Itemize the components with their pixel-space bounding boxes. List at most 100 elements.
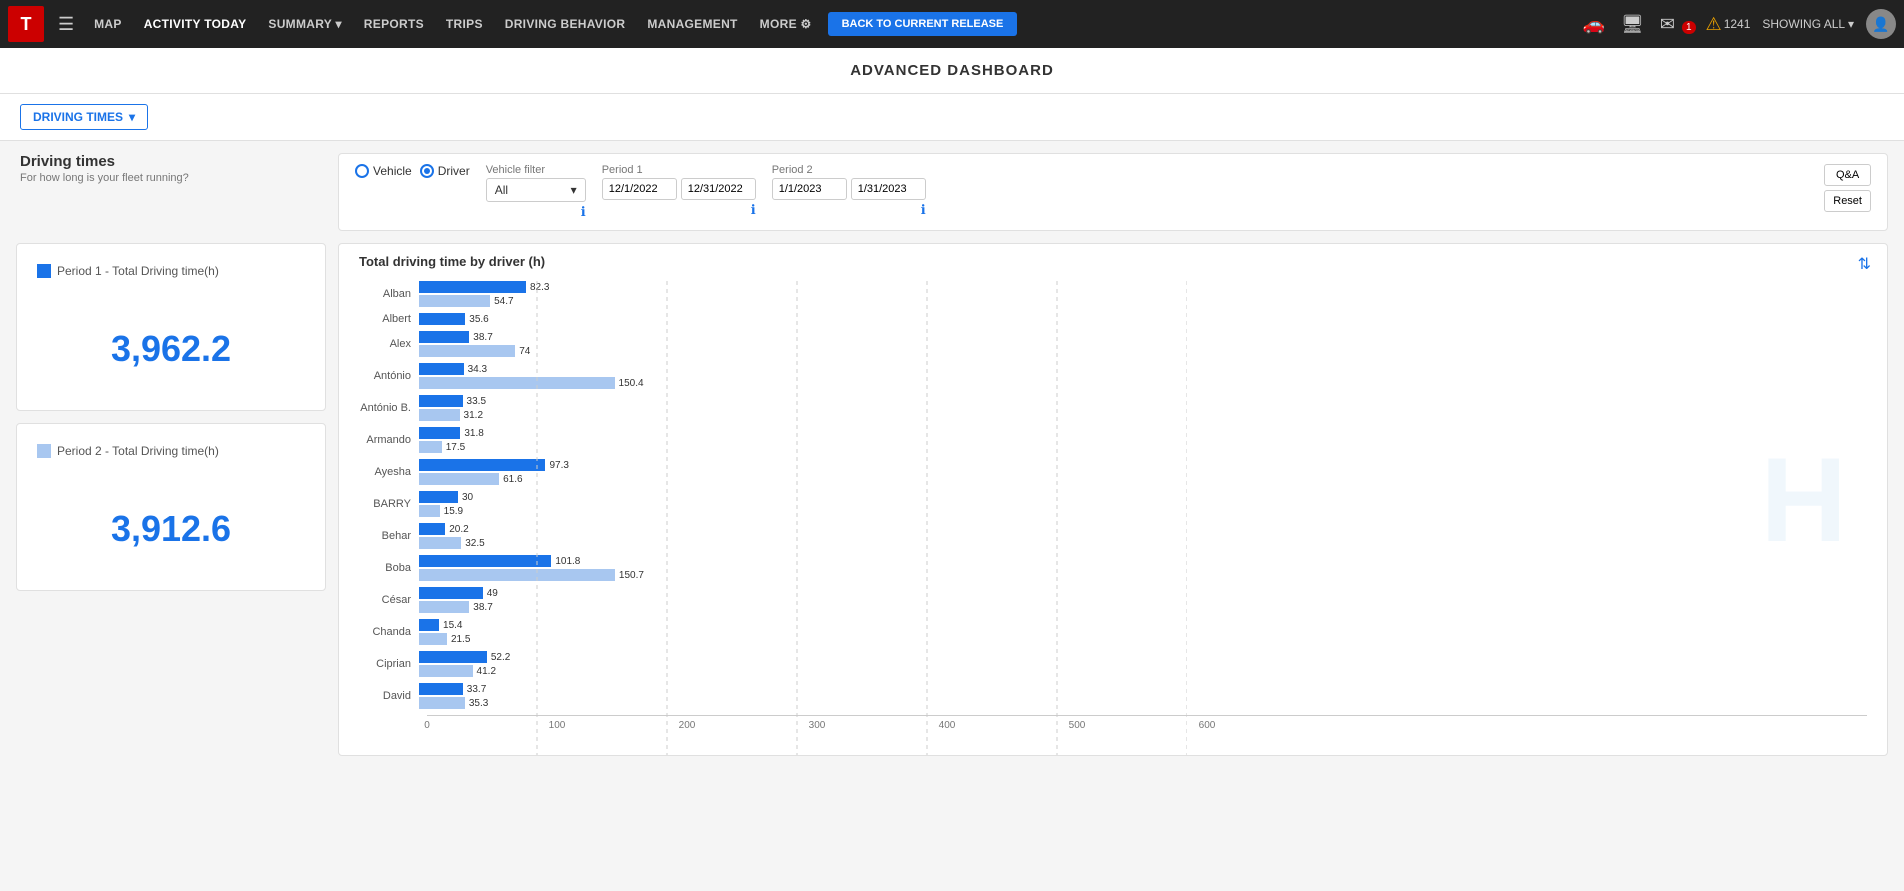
hamburger-menu[interactable]: ☰ [50, 10, 82, 39]
table-row: Chanda15.421.5 [359, 619, 1867, 645]
summary-arrow-icon: ▾ [335, 17, 341, 31]
x-axis-tick: 0 [424, 720, 430, 731]
left-panel: Period 1 - Total Driving time(h) 3,962.2… [16, 243, 326, 756]
nav-trips[interactable]: TRIPS [436, 13, 493, 35]
nav-more[interactable]: MORE ⚙ [750, 13, 822, 35]
driver-name: Ayesha [359, 466, 419, 478]
period1-color-swatch [37, 264, 51, 278]
mail-icon-btn[interactable]: ✉ 1 [1654, 10, 1702, 39]
showing-dropdown[interactable]: SHOWING ALL ▾ [1754, 13, 1862, 35]
period2-end-input[interactable] [851, 178, 926, 200]
driver-name: António B. [359, 402, 419, 414]
user-avatar[interactable]: 👤 [1866, 9, 1896, 39]
table-row: Boba101.8150.7 [359, 555, 1867, 581]
period1-end-input[interactable] [681, 178, 756, 200]
reset-button[interactable]: Reset [1824, 190, 1871, 212]
x-axis-tick: 100 [549, 720, 566, 731]
period1-bar [419, 619, 439, 631]
vehicle-icon-btn[interactable]: 🚗 [1577, 10, 1611, 39]
period2-bar [419, 505, 440, 517]
period2-start-input[interactable] [772, 178, 847, 200]
section-title: Driving times [20, 153, 326, 170]
period2-bar [419, 377, 615, 389]
period2-bar [419, 633, 447, 645]
period2-color-swatch [37, 444, 51, 458]
period1-bar [419, 651, 487, 663]
period2-bar [419, 473, 499, 485]
vehicle-filter-select[interactable]: All ▾ [486, 178, 586, 202]
vehicle-filter-group: Vehicle filter All ▾ ℹ [486, 164, 586, 220]
app-logo[interactable]: T [8, 6, 44, 42]
period2-bar [419, 665, 473, 677]
period2-value: 3,912.6 [37, 488, 305, 570]
driver-name: Albert [359, 313, 419, 325]
period2-bar [419, 295, 490, 307]
alert-btn[interactable]: ⚠ 1241 [1706, 14, 1751, 35]
radio-driver-circle [420, 164, 434, 178]
vehicle-filter-label: Vehicle filter [486, 164, 586, 176]
radio-group-vehicle-driver: Vehicle Driver [355, 164, 470, 178]
period2-info-icon[interactable]: ℹ [921, 202, 926, 217]
table-row: Behar20.232.5 [359, 523, 1867, 549]
x-axis-tick: 500 [1069, 720, 1086, 731]
driver-name: Alban [359, 288, 419, 300]
page-title: ADVANCED DASHBOARD [0, 48, 1904, 94]
x-axis-tick: 600 [1199, 720, 1216, 731]
period1-bar [419, 683, 463, 695]
table-row: BARRY3015.9 [359, 491, 1867, 517]
period1-info-icon[interactable]: ℹ [751, 202, 756, 217]
x-axis-tick: 300 [809, 720, 826, 731]
period1-group: Period 1 ℹ [602, 164, 756, 218]
back-to-current-release-button[interactable]: BACK TO CURRENT RELEASE [828, 12, 1018, 36]
x-axis-tick: 400 [939, 720, 956, 731]
table-row: Alex38.774 [359, 331, 1867, 357]
table-row: António B.33.531.2 [359, 395, 1867, 421]
driver-name: BARRY [359, 498, 419, 510]
qa-button[interactable]: Q&A [1824, 164, 1871, 186]
driving-times-dropdown[interactable]: DRIVING TIMES ▾ [20, 104, 148, 130]
nav-summary[interactable]: SUMMARY ▾ [258, 13, 351, 35]
period2-bar [419, 569, 615, 581]
nav-reports[interactable]: REPORTS [354, 13, 434, 35]
driver-name: Alex [359, 338, 419, 350]
period1-bar [419, 491, 458, 503]
period2-bar [419, 601, 469, 613]
period1-bar [419, 587, 483, 599]
table-row: Ciprian52.241.2 [359, 651, 1867, 677]
radio-vehicle[interactable]: Vehicle [355, 164, 412, 178]
driver-name: Boba [359, 562, 419, 574]
monitor-icon-btn[interactable]: 🖥 [1615, 10, 1650, 39]
table-row: David33.735.3 [359, 683, 1867, 709]
radio-driver[interactable]: Driver [420, 164, 470, 178]
driver-name: Ciprian [359, 658, 419, 670]
x-axis: 0100200300400500600 [427, 715, 1867, 735]
alert-count: 1241 [1724, 17, 1751, 31]
period2-bar [419, 409, 460, 421]
period1-bar [419, 459, 545, 471]
period1-start-input[interactable] [602, 178, 677, 200]
chevron-down-icon: ▾ [129, 110, 135, 124]
period1-bar [419, 555, 551, 567]
alert-icon: ⚠ [1706, 14, 1722, 35]
bars-container: Alban82.354.7Albert35.6Alex38.774António… [359, 281, 1867, 709]
period1-bar [419, 331, 469, 343]
driver-name: António [359, 370, 419, 382]
period2-bar [419, 345, 515, 357]
chart-settings-icon[interactable]: ⇅ [1858, 254, 1871, 274]
period1-bar [419, 281, 526, 293]
period2-group: Period 2 ℹ [772, 164, 926, 218]
vehicle-filter-info-icon[interactable]: ℹ [581, 204, 586, 219]
table-row: César4938.7 [359, 587, 1867, 613]
period2-bar [419, 697, 465, 709]
nav-management[interactable]: MANAGEMENT [637, 13, 747, 35]
period1-bar [419, 523, 445, 535]
driver-name: César [359, 594, 419, 606]
table-row: Albert35.6 [359, 313, 1867, 325]
nav-driving-behavior[interactable]: DRIVING BEHAVIOR [495, 13, 636, 35]
filter-bar: DRIVING TIMES ▾ [0, 94, 1904, 141]
nav-map[interactable]: MAP [84, 13, 132, 35]
period1-value: 3,962.2 [37, 308, 305, 390]
driver-name: David [359, 690, 419, 702]
nav-activity-today[interactable]: ACTIVITY TODAY [134, 13, 257, 35]
right-chart-panel: Total driving time by driver (h) ⇅ H Alb… [338, 243, 1888, 756]
